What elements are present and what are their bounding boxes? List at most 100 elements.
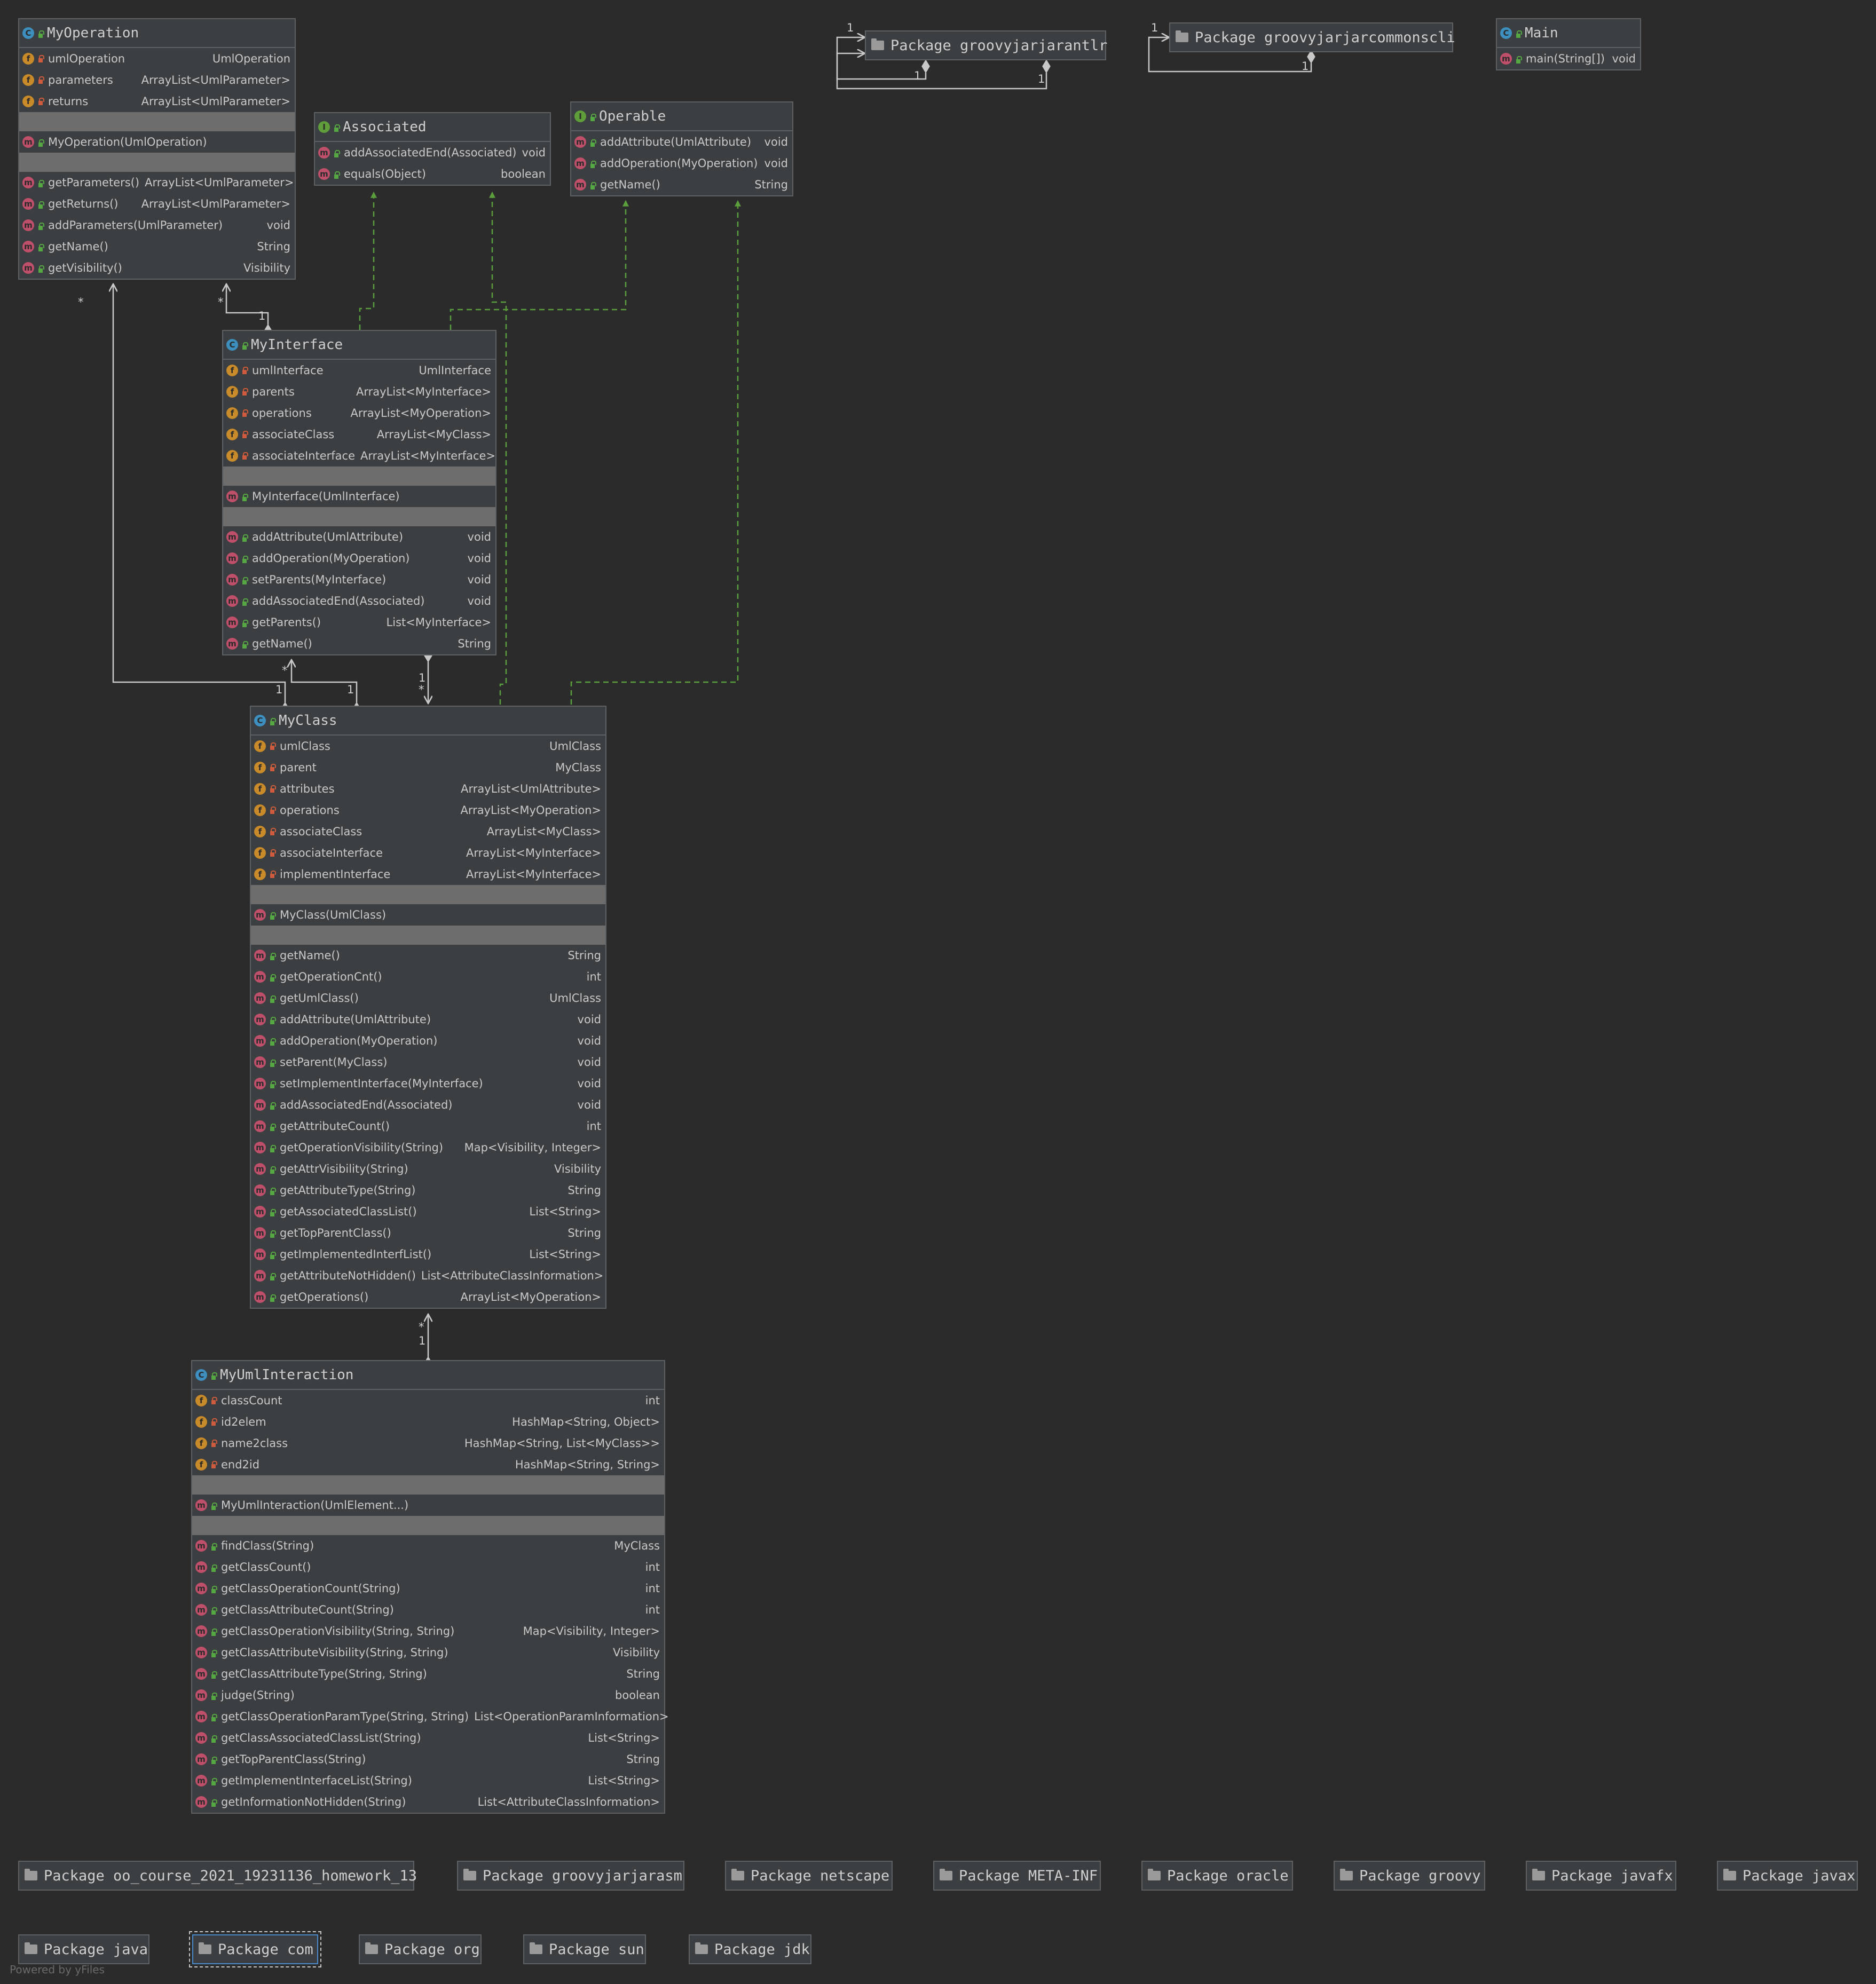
field-row[interactable]: f operations ArrayList<MyOperation> — [223, 402, 495, 424]
method-row[interactable]: m addAssociatedEnd(Associated) void — [223, 590, 495, 612]
field-row[interactable]: f parameters ArrayList<UmlParameter> — [19, 69, 295, 91]
method-row[interactable]: m getInformationNotHidden(String) List<Att… — [192, 1791, 664, 1813]
package-groovyjarjarantlr[interactable]: Package groovyjarjarantlr — [865, 30, 1107, 60]
field-row[interactable]: f parent MyClass — [251, 757, 605, 778]
field-row[interactable]: f umlClass UmlClass — [251, 736, 605, 757]
node-header[interactable]: C MyInterface — [223, 331, 495, 360]
field-row[interactable]: f attributes ArrayList<UmlAttribute> — [251, 778, 605, 800]
method-row[interactable]: m getAttrVisibility(String) Visibility — [251, 1158, 605, 1180]
method-row[interactable]: m getAttributeType(String) String — [251, 1180, 605, 1201]
package-javafx[interactable]: Package javafx — [1526, 1861, 1676, 1891]
node-header[interactable]: C MyOperation — [19, 19, 295, 48]
method-row[interactable]: m main(String[]) void — [1497, 48, 1640, 69]
field-row[interactable]: f parents ArrayList<MyInterface> — [223, 381, 495, 402]
method-row[interactable]: m addOperation(MyOperation) void — [251, 1030, 605, 1052]
method-row[interactable]: m getAssociatedClassList() List<String> — [251, 1201, 605, 1222]
method-row[interactable]: m getClassAttributeType(String, String) St… — [192, 1663, 664, 1685]
method-row[interactable]: m addAttribute(UmlAttribute) void — [251, 1009, 605, 1030]
method-row[interactable]: m getAttributeNotHidden() List<AttributeCl… — [251, 1265, 605, 1286]
constructor-row[interactable]: m MyInterface(UmlInterface) — [223, 486, 495, 507]
public-lock-icon — [589, 180, 596, 189]
method-row[interactable]: m getName() String — [571, 174, 792, 195]
method-row[interactable]: m setParent(MyClass) void — [251, 1052, 605, 1073]
class-node-main[interactable]: C Main m main(String[]) void — [1496, 18, 1641, 70]
method-row[interactable]: m getOperationVisibility(String) Map<Visib… — [251, 1137, 605, 1158]
package-groovyjarjarasm[interactable]: Package groovyjarjarasm — [457, 1861, 684, 1891]
field-row[interactable]: f umlInterface UmlInterface — [223, 360, 495, 381]
method-row[interactable]: m addAssociatedEnd(Associated) void — [315, 142, 550, 163]
package-java[interactable]: Package java — [18, 1934, 149, 1964]
field-row[interactable]: f associateClass ArrayList<MyClass> — [251, 821, 605, 842]
method-row[interactable]: m getVisibility() Visibility — [19, 257, 295, 279]
field-row[interactable]: f operations ArrayList<MyOperation> — [251, 800, 605, 821]
method-row[interactable]: m equals(Object) boolean — [315, 163, 550, 185]
field-row[interactable]: f returns ArrayList<UmlParameter> — [19, 91, 295, 112]
constructor-row[interactable]: m MyClass(UmlClass) — [251, 904, 605, 926]
node-header[interactable]: C Main — [1497, 19, 1640, 48]
method-row[interactable]: m getClassOperationVisibility(String, Str… — [192, 1621, 664, 1642]
method-row[interactable]: m getClassAssociatedClassList(String) List… — [192, 1727, 664, 1749]
node-header[interactable]: C MyUmlInteraction — [192, 1361, 664, 1390]
package-groovy[interactable]: Package groovy — [1334, 1861, 1485, 1891]
field-row[interactable]: f classCount int — [192, 1390, 664, 1411]
field-row[interactable]: f umlOperation UmlOperation — [19, 48, 295, 69]
method-row[interactable]: m getClassAttributeCount(String) int — [192, 1599, 664, 1621]
package-javax[interactable]: Package javax — [1717, 1861, 1858, 1891]
method-row[interactable]: m getClassAttributeVisibility(String, Str… — [192, 1642, 664, 1663]
field-row[interactable]: f id2elem HashMap<String, Object> — [192, 1411, 664, 1433]
method-row[interactable]: m getTopParentClass(String) String — [192, 1749, 664, 1770]
class-node-myumlinteraction[interactable]: C MyUmlInteraction f classCount int f id2elem H… — [191, 1360, 669, 1814]
package-netscape[interactable]: Package netscape — [725, 1861, 893, 1891]
field-row[interactable]: f associateInterface ArrayList<MyInterface… — [251, 842, 605, 864]
package-groovyjarjarcommonscli[interactable]: Package groovyjarjarcommonscli — [1169, 22, 1455, 52]
method-row[interactable]: m findClass(String) MyClass — [192, 1535, 664, 1556]
field-row[interactable]: f end2id HashMap<String, String> — [192, 1454, 664, 1475]
package-jdk[interactable]: Package jdk — [689, 1934, 811, 1964]
field-row[interactable]: f implementInterface ArrayList<MyInterface… — [251, 864, 605, 885]
method-row[interactable]: m addAttribute(UmlAttribute) void — [223, 526, 495, 548]
package-org[interactable]: Package org — [359, 1934, 482, 1964]
method-row[interactable]: m judge(String) boolean — [192, 1685, 664, 1706]
field-row[interactable]: f associateClass ArrayList<MyClass> — [223, 424, 495, 445]
method-row[interactable]: m setImplementInterface(MyInterface) void — [251, 1073, 605, 1094]
package-oracle[interactable]: Package oracle — [1141, 1861, 1293, 1891]
node-header[interactable]: I Operable — [571, 102, 792, 131]
class-node-myclass[interactable]: C MyClass f umlClass UmlClass f parent MyClass f… — [250, 706, 606, 1309]
method-row[interactable]: m addOperation(MyOperation) void — [571, 153, 792, 174]
constructor-row[interactable]: m MyOperation(UmlOperation) — [19, 131, 295, 153]
method-row[interactable]: m addOperation(MyOperation) void — [223, 548, 495, 569]
method-row[interactable]: m getParameters() ArrayList<UmlParameter> — [19, 172, 295, 193]
constructor-row[interactable]: m MyUmlInteraction(UmlElement...) — [192, 1495, 664, 1516]
method-row[interactable]: m getName() String — [223, 633, 495, 654]
method-row[interactable]: m setParents(MyInterface) void — [223, 569, 495, 590]
method-row[interactable]: m getClassOperationCount(String) int — [192, 1578, 664, 1599]
method-row[interactable]: m getUmlClass() UmlClass — [251, 987, 605, 1009]
package-sun[interactable]: Package sun — [523, 1934, 646, 1964]
method-row[interactable]: m getClassCount() int — [192, 1556, 664, 1578]
method-row[interactable]: m getAttributeCount() int — [251, 1116, 605, 1137]
method-row[interactable]: m getReturns() ArrayList<UmlParameter> — [19, 193, 295, 215]
method-row[interactable]: m addAssociatedEnd(Associated) void — [251, 1094, 605, 1116]
method-row[interactable]: m getName() String — [19, 236, 295, 257]
package-homework[interactable]: Package oo_course_2021_19231136_homework… — [18, 1861, 417, 1891]
node-header[interactable]: I Associated — [315, 113, 550, 142]
class-node-myinterface[interactable]: C MyInterface f umlInterface UmlInterface f pa… — [222, 330, 496, 655]
method-row[interactable]: m getOperationCnt() int — [251, 966, 605, 987]
interface-node-associated[interactable]: I Associated m addAssociatedEnd(Associated)… — [314, 112, 551, 186]
method-row[interactable]: m getClassOperationParamType(String, Stri… — [192, 1706, 669, 1727]
method-row[interactable]: m getImplementedInterfList() List<String> — [251, 1244, 605, 1265]
method-row[interactable]: m getOperations() ArrayList<MyOperation> — [251, 1286, 605, 1308]
method-row[interactable]: m getParents() List<MyInterface> — [223, 612, 495, 633]
interface-node-operable[interactable]: I Operable m addAttribute(UmlAttribute) void… — [570, 101, 793, 196]
class-node-myoperation[interactable]: C MyOperation f umlOperation UmlOperation f pa… — [18, 18, 296, 280]
field-row[interactable]: f associateInterface ArrayList<MyInterface… — [223, 445, 495, 467]
method-row[interactable]: m getImplementInterfaceList(String) List<S… — [192, 1770, 664, 1791]
method-row[interactable]: m addAttribute(UmlAttribute) void — [571, 131, 792, 153]
node-header[interactable]: C MyClass — [251, 707, 605, 736]
method-row[interactable]: m getName() String — [251, 945, 605, 966]
package-meta-inf[interactable]: Package META-INF — [933, 1861, 1101, 1891]
package-com[interactable]: Package com — [189, 1931, 321, 1967]
method-row[interactable]: m getTopParentClass() String — [251, 1222, 605, 1244]
method-row[interactable]: m addParameters(UmlParameter) void — [19, 215, 295, 236]
field-row[interactable]: f name2class HashMap<String, List<MyClass>… — [192, 1433, 664, 1454]
